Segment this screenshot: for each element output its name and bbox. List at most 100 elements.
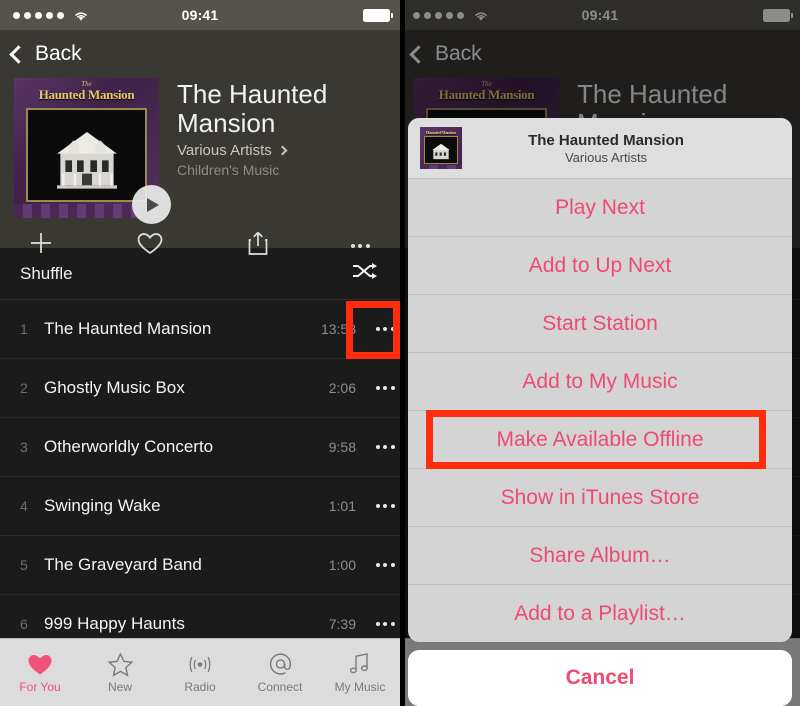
mansion-illustration [432,143,450,159]
action-sheet-subtitle: Various Artists [564,149,648,165]
table-row[interactable]: 5 The Graveyard Band 1:00 [0,536,400,595]
tab-label: Connect [257,680,303,694]
action-item-add-to-up-next[interactable]: Add to Up Next [408,236,792,294]
album-meta: The Haunted Mansion Various Artists Chil… [159,78,386,218]
action-item-share-album[interactable]: Share Album… [408,526,792,584]
album-hero: Back The Haunted Mansion [0,30,400,255]
ellipsis-icon [375,386,395,390]
track-number: 3 [20,439,28,455]
ellipsis-icon [375,504,395,508]
ellipsis-icon [350,243,370,248]
track-number: 4 [20,498,28,514]
track-number: 6 [20,616,28,632]
tab-my-music[interactable]: My Music [320,639,400,706]
album-art-wrapper: The Haunted Mansion [14,78,171,224]
track-duration: 13:58 [320,321,356,337]
action-item-add-to-my-music[interactable]: Add to My Music [408,352,792,410]
star-outline-icon [107,651,133,677]
tab-label: For You [19,679,61,694]
more-button[interactable] [350,243,370,248]
track-more-button[interactable] [370,327,400,331]
track-more-button[interactable] [370,563,400,567]
action-item-show-in-itunes-store[interactable]: Show in iTunes Store [408,468,792,526]
action-item-play-next[interactable]: Play Next [408,178,792,236]
status-bar: 09:41 [0,0,400,30]
tab-label: Radio [184,679,216,694]
action-sheet-header-text: The Haunted Mansion Various Artists [474,132,780,165]
chevron-left-icon [9,44,28,64]
tab-radio[interactable]: Radio [160,639,240,706]
tab-new[interactable]: New [80,639,160,706]
tab-bar: For You New Radio Connect My Music [0,638,400,706]
track-duration: 1:01 [328,498,356,514]
album-art-title: Haunted Mansion [425,129,457,135]
track-title: 999 Happy Haunts [44,614,185,633]
track-title: The Haunted Mansion [44,319,212,338]
phone-screen-action-sheet: 09:41 Back The Haunted Mansion The Haunt… [400,0,800,706]
play-icon [147,197,159,212]
track-duration: 9:58 [328,439,356,455]
action-sheet-header: Haunted Mansion The Haunted Mansion Vari… [408,118,792,178]
action-item-make-available-offline[interactable]: Make Available Offline [408,410,792,468]
heart-filled-icon [28,654,52,674]
album-art-border-pattern [420,165,462,169]
table-row[interactable]: 3 Otherworldly Concerto 9:58 [0,418,400,477]
album-artist-label: Various Artists [177,142,272,159]
track-duration: 1:00 [328,557,356,573]
shuffle-icon [352,262,378,285]
share-button[interactable] [247,230,269,261]
track-list: Shuffle 1 The Haunted Mansion 13:58 2 Gh… [0,248,400,654]
tab-label: New [107,679,132,694]
ellipsis-icon [375,445,395,449]
music-notes-icon [349,653,368,674]
chevron-right-icon [277,145,288,156]
play-button[interactable] [132,185,171,224]
love-button[interactable] [136,231,164,261]
album-artist-link[interactable]: Various Artists [177,142,386,159]
battery-full-icon [363,8,393,22]
phone-screen-album-view: 09:41 Back The Haunted Mansion The Haunt… [0,0,400,706]
album-action-row [0,218,400,261]
tab-label: My Music [334,680,386,694]
back-label: Back [35,42,82,65]
album-genre: Children's Music [177,162,280,178]
action-item-add-to-a-playlist[interactable]: Add to a Playlist… [408,584,792,642]
ellipsis-icon [375,563,395,567]
table-row[interactable]: 4 Swinging Wake 1:01 [0,477,400,536]
album-art-frame [424,136,458,164]
track-more-button[interactable] [370,386,400,390]
track-duration: 7:39 [328,616,356,632]
album-thumbnail: Haunted Mansion [420,127,462,169]
ellipsis-icon [375,327,395,331]
screen-divider [400,0,405,706]
table-row[interactable]: 2 Ghostly Music Box 2:06 [0,359,400,418]
add-button[interactable] [28,230,54,261]
track-title: The Graveyard Band [44,555,202,574]
back-button[interactable]: Back [0,30,400,78]
track-more-button[interactable] [370,504,400,508]
track-title: Ghostly Music Box [44,378,185,397]
mansion-illustration [56,131,117,189]
track-number: 5 [20,557,28,573]
track-more-button[interactable] [370,622,400,626]
table-row[interactable]: 1 The Haunted Mansion 13:58 [0,300,400,359]
tab-connect[interactable]: Connect [240,639,320,706]
action-item-start-station[interactable]: Start Station [408,294,792,352]
track-title: Swinging Wake [44,496,161,515]
track-number: 2 [20,380,28,396]
screenshot-root: 09:41 Back The Haunted Mansion The Haunt… [0,0,800,706]
track-duration: 2:06 [328,380,356,396]
track-title: Otherworldly Concerto [44,437,214,456]
action-sheet-title: The Haunted Mansion [528,131,684,149]
tab-for-you[interactable]: For You [0,639,80,706]
track-number: 1 [20,321,28,337]
track-more-button[interactable] [370,445,400,449]
action-sheet-group: Haunted Mansion The Haunted Mansion Vari… [408,118,792,642]
album-art-title: Haunted Mansion [38,87,135,102]
cancel-button[interactable]: Cancel [408,650,792,706]
album-art-frame [26,108,147,202]
status-bar-time: 09:41 [181,7,219,23]
action-sheet: Haunted Mansion The Haunted Mansion Vari… [408,118,792,706]
ellipsis-icon [375,622,395,626]
album-hero-body: The Haunted Mansion [0,78,400,224]
